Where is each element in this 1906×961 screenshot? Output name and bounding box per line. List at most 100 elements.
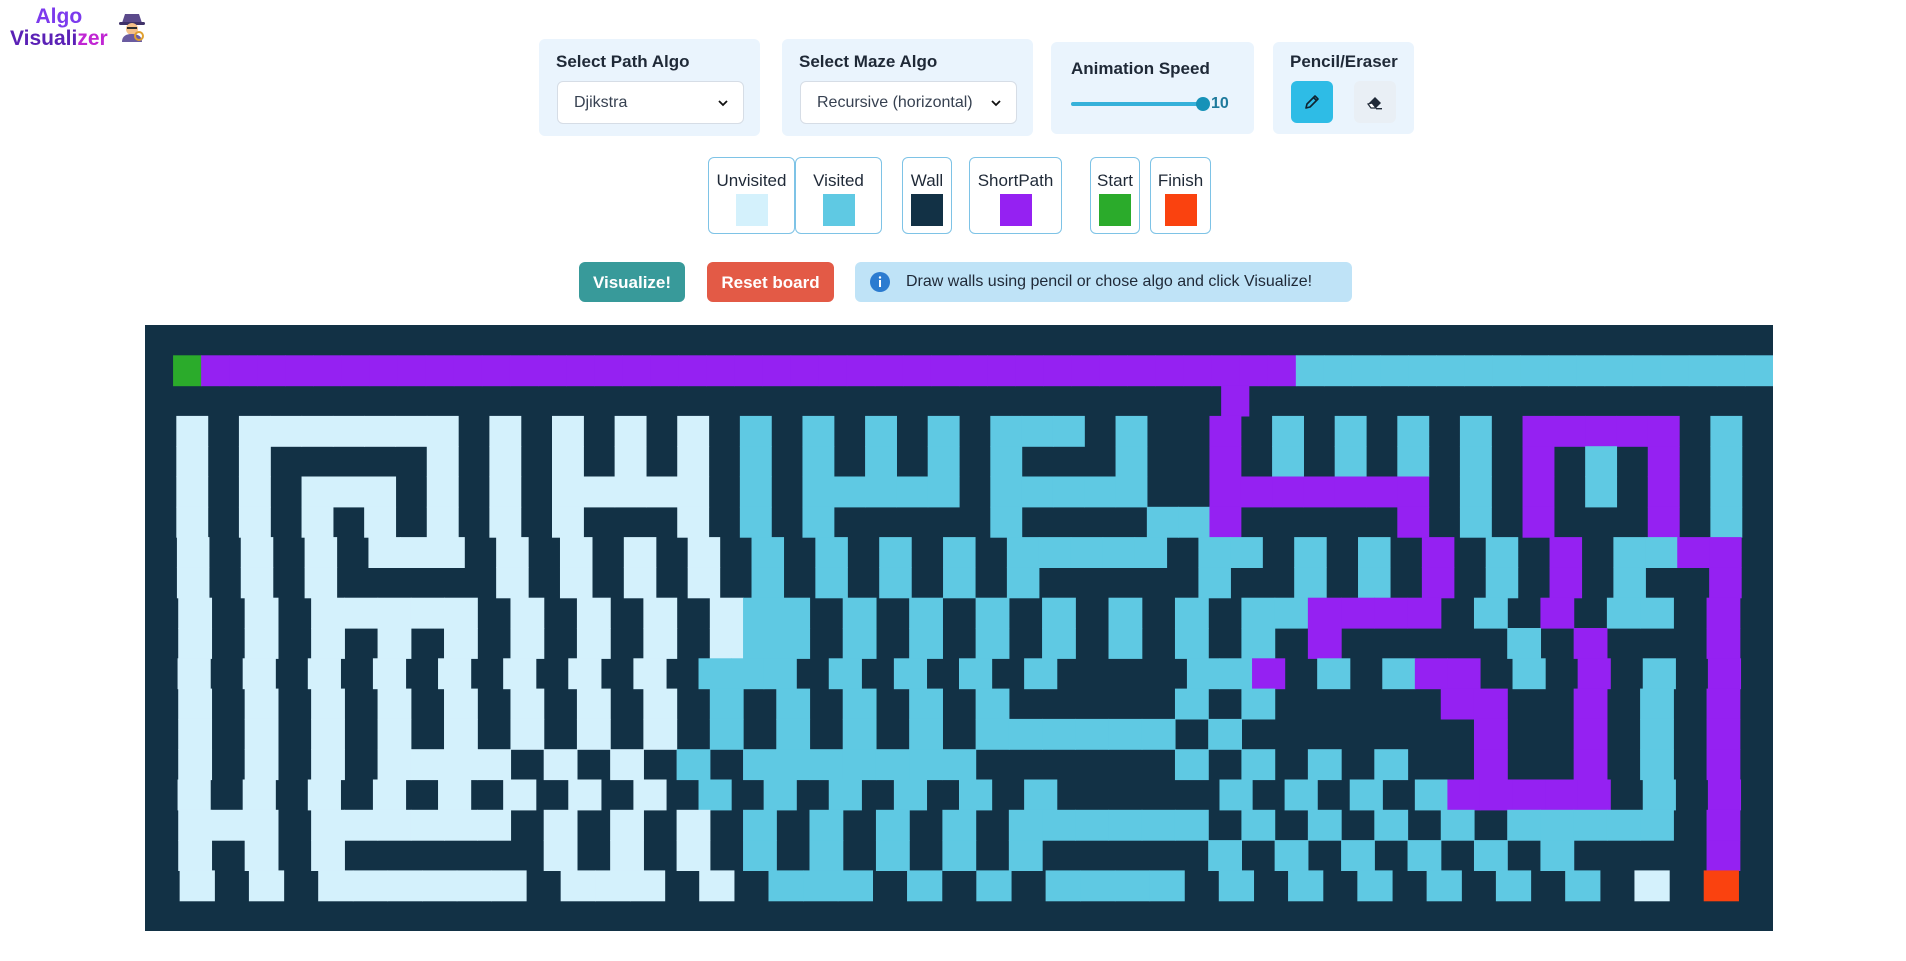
unvisited-cell[interactable] xyxy=(176,446,209,478)
shortest-path-cell[interactable] xyxy=(1267,355,1297,387)
visited-cell[interactable] xyxy=(1219,779,1253,811)
visited-cell[interactable] xyxy=(1357,870,1393,902)
unvisited-cell[interactable] xyxy=(311,840,345,871)
unvisited-cell[interactable] xyxy=(426,446,459,478)
visited-cell[interactable] xyxy=(1114,870,1151,902)
pencil-button[interactable] xyxy=(1291,81,1333,123)
unvisited-cell[interactable] xyxy=(677,415,710,447)
unvisited-cell[interactable] xyxy=(576,628,611,659)
shortest-path-cell[interactable] xyxy=(678,355,707,387)
unvisited-cell[interactable] xyxy=(307,658,341,690)
visited-cell[interactable] xyxy=(751,537,785,568)
unvisited-cell[interactable] xyxy=(410,749,445,781)
visited-cell[interactable] xyxy=(1382,658,1416,690)
unvisited-cell[interactable] xyxy=(543,749,578,781)
unvisited-cell[interactable] xyxy=(1634,870,1670,902)
visited-cell[interactable] xyxy=(1604,355,1634,387)
shortest-path-cell[interactable] xyxy=(1240,476,1273,508)
visited-cell[interactable] xyxy=(1307,749,1342,781)
unvisited-cell[interactable] xyxy=(410,809,445,841)
shortest-path-cell[interactable] xyxy=(1573,718,1608,750)
visited-cell[interactable] xyxy=(1084,476,1117,508)
visited-cell[interactable] xyxy=(1716,355,1746,387)
shortest-path-cell[interactable] xyxy=(1540,597,1575,629)
visited-cell[interactable] xyxy=(896,476,929,508)
visited-cell[interactable] xyxy=(1141,718,1176,750)
shortest-path-cell[interactable] xyxy=(1549,567,1583,599)
unvisited-cell[interactable] xyxy=(489,446,522,478)
unvisited-cell[interactable] xyxy=(311,718,345,750)
visited-cell[interactable] xyxy=(1380,355,1409,387)
unvisited-cell[interactable] xyxy=(552,415,584,447)
visited-cell[interactable] xyxy=(842,749,877,781)
shortest-path-cell[interactable] xyxy=(1512,779,1546,811)
unvisited-cell[interactable] xyxy=(244,840,279,871)
shortest-path-cell[interactable] xyxy=(1341,597,1375,629)
visited-cell[interactable] xyxy=(1507,628,1542,659)
shortest-path-cell[interactable] xyxy=(1440,688,1475,720)
shortest-path-cell[interactable] xyxy=(313,355,343,387)
visited-cell[interactable] xyxy=(815,567,848,599)
visited-cell[interactable] xyxy=(1178,506,1211,538)
shortest-path-cell[interactable] xyxy=(1307,597,1342,629)
shortest-path-cell[interactable] xyxy=(1706,809,1741,841)
unvisited-cell[interactable] xyxy=(489,506,522,538)
unvisited-cell[interactable] xyxy=(332,476,365,508)
unvisited-cell[interactable] xyxy=(552,476,584,508)
shortest-path-cell[interactable] xyxy=(1421,567,1455,599)
visited-cell[interactable] xyxy=(1374,809,1409,841)
shortest-path-cell[interactable] xyxy=(1252,658,1286,690)
visited-cell[interactable] xyxy=(875,840,910,871)
shortest-path-cell[interactable] xyxy=(1473,688,1508,720)
shortest-path-cell[interactable] xyxy=(1221,385,1250,417)
unvisited-cell[interactable] xyxy=(304,567,338,599)
visited-cell[interactable] xyxy=(1459,476,1492,508)
unvisited-cell[interactable] xyxy=(576,597,611,629)
visited-cell[interactable] xyxy=(943,537,976,568)
shortest-path-cell[interactable] xyxy=(369,355,399,387)
visited-cell[interactable] xyxy=(976,870,1012,902)
shortest-path-cell[interactable] xyxy=(1155,355,1185,387)
finish-node[interactable] xyxy=(1703,870,1739,902)
visited-cell[interactable] xyxy=(1565,870,1601,902)
unvisited-cell[interactable] xyxy=(332,415,365,447)
visited-cell[interactable] xyxy=(990,446,1023,478)
unvisited-cell[interactable] xyxy=(543,809,578,841)
visited-cell[interactable] xyxy=(942,809,977,841)
visited-cell[interactable] xyxy=(1272,446,1304,478)
shortest-path-cell[interactable] xyxy=(1706,688,1741,720)
unvisited-cell[interactable] xyxy=(568,658,602,690)
visited-cell[interactable] xyxy=(1485,537,1519,568)
unvisited-cell[interactable] xyxy=(377,688,412,720)
unvisited-cell[interactable] xyxy=(643,628,678,659)
shortest-path-cell[interactable] xyxy=(1209,446,1242,478)
visited-cell[interactable] xyxy=(1585,446,1618,478)
unvisited-cell[interactable] xyxy=(645,476,678,508)
eraser-button[interactable] xyxy=(1354,81,1396,123)
visited-cell[interactable] xyxy=(815,537,848,568)
visited-cell[interactable] xyxy=(739,415,772,447)
visited-cell[interactable] xyxy=(1459,506,1492,538)
unvisited-cell[interactable] xyxy=(560,870,596,902)
visited-cell[interactable] xyxy=(698,658,732,690)
visited-cell[interactable] xyxy=(739,476,772,508)
visited-cell[interactable] xyxy=(1174,597,1209,629)
shortest-path-cell[interactable] xyxy=(1677,537,1710,568)
visited-cell[interactable] xyxy=(1208,840,1242,871)
unvisited-cell[interactable] xyxy=(422,870,458,902)
visited-cell[interactable] xyxy=(1548,355,1578,387)
unvisited-cell[interactable] xyxy=(503,658,537,690)
unvisited-cell[interactable] xyxy=(301,476,334,508)
unvisited-cell[interactable] xyxy=(240,567,274,599)
visited-cell[interactable] xyxy=(990,506,1023,538)
visited-cell[interactable] xyxy=(1606,809,1641,841)
shortest-path-cell[interactable] xyxy=(706,355,736,387)
unvisited-cell[interactable] xyxy=(444,809,478,841)
visited-cell[interactable] xyxy=(975,688,1010,720)
shortest-path-cell[interactable] xyxy=(987,355,1016,387)
unvisited-cell[interactable] xyxy=(477,809,512,841)
visited-cell[interactable] xyxy=(1174,809,1209,841)
visited-cell[interactable] xyxy=(1688,355,1718,387)
visited-cell[interactable] xyxy=(1464,355,1493,387)
visited-cell[interactable] xyxy=(802,506,835,538)
